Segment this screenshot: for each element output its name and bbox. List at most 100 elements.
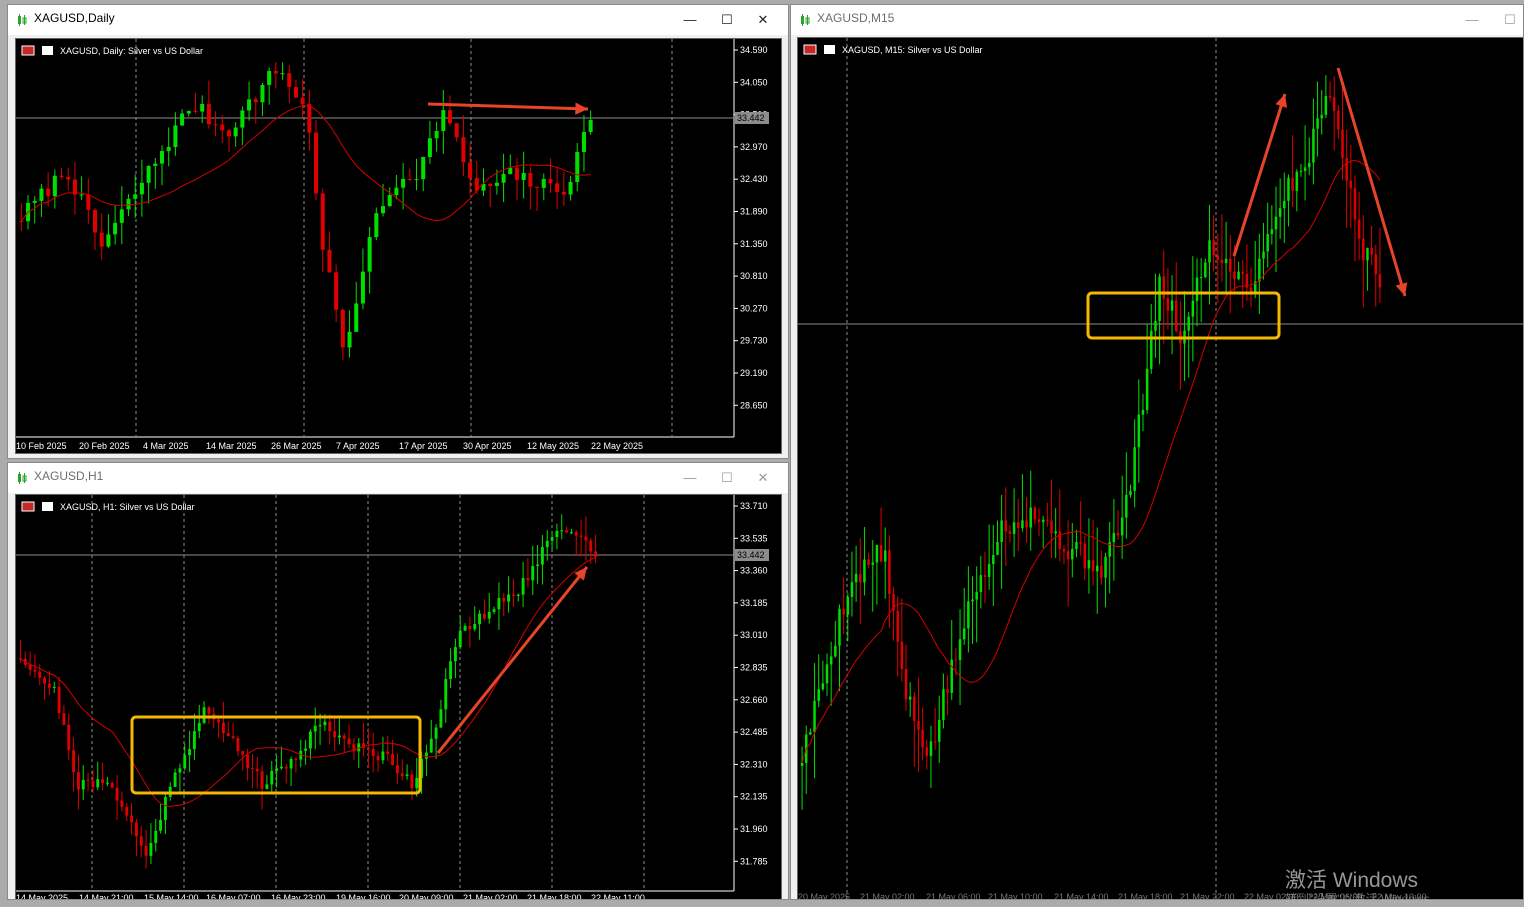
candle-body: [458, 630, 462, 648]
candle-body: [1083, 543, 1087, 569]
chart-type-icon: [824, 45, 835, 54]
candle-body: [1025, 520, 1028, 528]
maximize-icon[interactable]: ☐: [718, 11, 736, 29]
candle-body: [863, 559, 866, 583]
candle-body: [809, 732, 812, 735]
candle-body: [247, 99, 252, 111]
candle-body: [86, 194, 91, 210]
m15-titlebar[interactable]: XAGUSD,M15 — ☐: [791, 5, 1523, 35]
candle-body: [371, 748, 375, 756]
maximize-icon[interactable]: ☐: [1501, 11, 1519, 29]
candle-body: [72, 750, 76, 773]
minimize-icon[interactable]: —: [1463, 11, 1481, 29]
chart-header-title: XAGUSD, M15: Silver vs US Dollar: [842, 45, 983, 55]
candle-body: [942, 689, 945, 721]
candle-body: [293, 87, 298, 98]
candle-body: [917, 720, 920, 730]
candle-body: [414, 179, 419, 181]
date-label: 20 May 2025: [798, 892, 850, 900]
candle-body: [186, 110, 191, 114]
candle-body: [1341, 129, 1344, 158]
candle-body: [374, 213, 379, 238]
candle-body: [813, 700, 816, 733]
candle-body: [1008, 531, 1012, 534]
candle-body: [381, 206, 386, 214]
price-label: 30.270: [740, 303, 768, 313]
candle-body: [367, 237, 372, 272]
candle-body: [535, 186, 540, 188]
candle-body: [79, 194, 84, 196]
date-label: 21 May 02:00: [463, 893, 518, 900]
candle-body: [975, 591, 978, 600]
candle-body: [38, 671, 42, 678]
date-label: 21 May 18:00: [1118, 892, 1173, 900]
minimize-icon[interactable]: —: [681, 11, 699, 29]
candle-body: [521, 578, 525, 595]
candle-body: [561, 191, 566, 195]
daily-chart-area[interactable]: XAGUSD, Daily: Silver vs US Dollar 34.590…: [15, 38, 782, 454]
date-label: 21 May 10:00: [988, 892, 1043, 900]
candle-body: [231, 736, 235, 739]
price-label: 29.190: [740, 368, 768, 378]
symbol-flag-icon: [803, 44, 817, 55]
candle-body: [32, 200, 37, 203]
close-icon[interactable]: ✕: [754, 469, 772, 487]
candle-body: [1324, 96, 1328, 115]
daily-window[interactable]: XAGUSD,Daily — ☐ ✕ XAGUSD, Daily: Silver…: [7, 4, 789, 459]
candle-body: [979, 575, 983, 592]
candle-body: [395, 765, 399, 774]
m15-window[interactable]: XAGUSD,M15 — ☐ XAGUSD, M15: Silver vs US…: [790, 4, 1524, 900]
candle-body: [501, 174, 506, 183]
candle-body: [938, 720, 941, 742]
candle-body: [246, 754, 250, 768]
h1-titlebar[interactable]: XAGUSD,H1 — ☐ ✕: [8, 463, 788, 493]
candle-body: [1283, 200, 1286, 209]
price-label: 34.050: [740, 77, 768, 87]
trend-arrow-head: [1275, 94, 1288, 108]
minimize-icon[interactable]: —: [681, 469, 699, 487]
candle-body: [829, 656, 833, 665]
candle-body: [166, 147, 171, 152]
close-icon[interactable]: ✕: [754, 11, 772, 29]
price-label: 32.660: [740, 695, 768, 705]
candle-body: [588, 120, 593, 132]
candle-body: [875, 545, 879, 563]
candle-body: [33, 669, 37, 672]
candle-body: [879, 545, 883, 562]
chart-icon: [18, 472, 27, 484]
chart-header-title: XAGUSD, Daily: Silver vs US Dollar: [60, 46, 203, 56]
candle-body: [289, 758, 293, 769]
candle-body: [992, 554, 995, 565]
candle-body: [1174, 300, 1178, 332]
candle-body: [482, 613, 486, 619]
h1-chart-area[interactable]: XAGUSD, H1: Silver vs US Dollar 33.710 33.…: [15, 494, 782, 900]
candle-body: [376, 755, 380, 761]
h1-window[interactable]: XAGUSD,H1 — ☐ ✕ XAGUSD, H1: Silver vs US…: [7, 462, 789, 900]
candle-body: [528, 173, 533, 187]
candle-body: [347, 331, 352, 348]
candle-body: [401, 178, 406, 188]
candle-body: [888, 550, 891, 595]
price-label: 34.590: [740, 45, 768, 55]
m15-chart-area[interactable]: XAGUSD, M15: Silver vs US Dollar 20 May 2…: [797, 37, 1523, 900]
candle-body: [1241, 271, 1244, 274]
candle-body: [1145, 368, 1149, 410]
candle-body: [854, 573, 858, 583]
candle-body: [226, 130, 231, 137]
candle-body: [1033, 507, 1037, 520]
candle-body: [575, 151, 580, 182]
price-label: 32.135: [740, 792, 768, 802]
candle-body: [1216, 255, 1220, 260]
maximize-icon[interactable]: ☐: [718, 469, 736, 487]
candle-body: [1158, 276, 1161, 321]
candle-body: [233, 127, 238, 137]
date-label: 30 Apr 2025: [463, 441, 512, 451]
date-label: 21 May 02:00: [860, 892, 915, 900]
candle-body: [280, 73, 285, 75]
candle-body: [555, 183, 560, 192]
chart-header: [21, 501, 53, 512]
chart-type-icon: [42, 46, 53, 55]
candle-body: [821, 683, 825, 690]
candle-body: [908, 696, 912, 700]
daily-titlebar[interactable]: XAGUSD,Daily — ☐ ✕: [8, 5, 788, 35]
